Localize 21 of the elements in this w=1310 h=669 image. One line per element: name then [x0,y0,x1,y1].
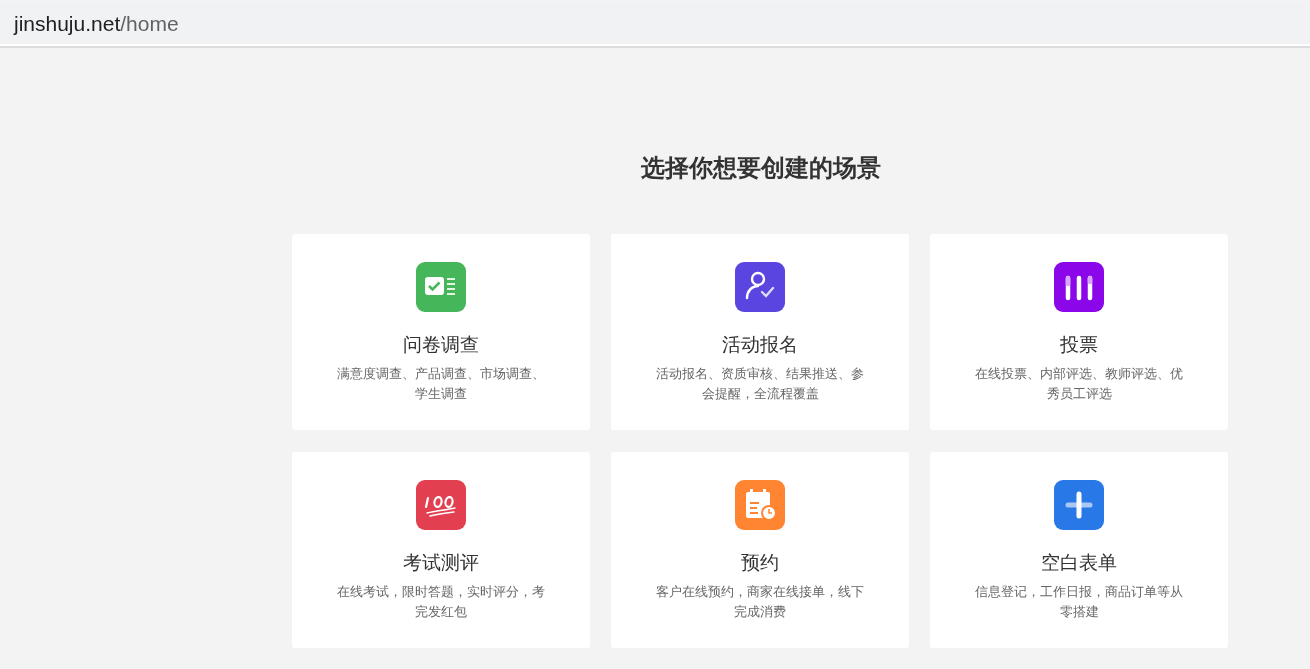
scenario-card[interactable]: 投票 在线投票、内部评选、教师评选、优秀员工评选 [930,234,1228,430]
card-title: 活动报名 [722,332,798,357]
card-title: 投票 [1060,332,1098,357]
card-description: 满意度调查、产品调查、市场调查、学生调查 [336,365,546,403]
card-description: 信息登记，工作日报，商品订单等从零搭建 [974,583,1184,621]
card-description: 在线考试，限时答题，实时评分，考完发红包 [336,583,546,621]
scenario-card[interactable]: 预约 客户在线预约，商家在线接单，线下完成消费 [611,452,909,648]
url-host: jinshuju.net [14,11,121,36]
card-title: 空白表单 [1041,550,1117,575]
card-title: 考试测评 [403,550,479,575]
card-title: 预约 [741,550,779,575]
scenario-card[interactable]: 活动报名 活动报名、资质审核、结果推送、参会提醒，全流程覆盖 [611,234,909,430]
card-description: 客户在线预约，商家在线接单，线下完成消费 [655,583,865,621]
scenario-card[interactable]: 考试测评 在线考试，限时答题，实时评分，考完发红包 [292,452,590,648]
page-heading: 选择你想要创建的场景 [640,153,882,184]
url-path: /home [120,11,179,36]
scenario-card[interactable]: 空白表单 信息登记，工作日报，商品订单等从零搭建 [930,452,1228,648]
card-description: 在线投票、内部评选、教师评选、优秀员工评选 [974,365,1184,403]
card-title: 问卷调查 [403,332,479,357]
card-description: 活动报名、资质审核、结果推送、参会提醒，全流程覆盖 [655,365,865,403]
scenario-card[interactable]: 问卷调查 满意度调查、产品调查、市场调查、学生调查 [292,234,590,430]
